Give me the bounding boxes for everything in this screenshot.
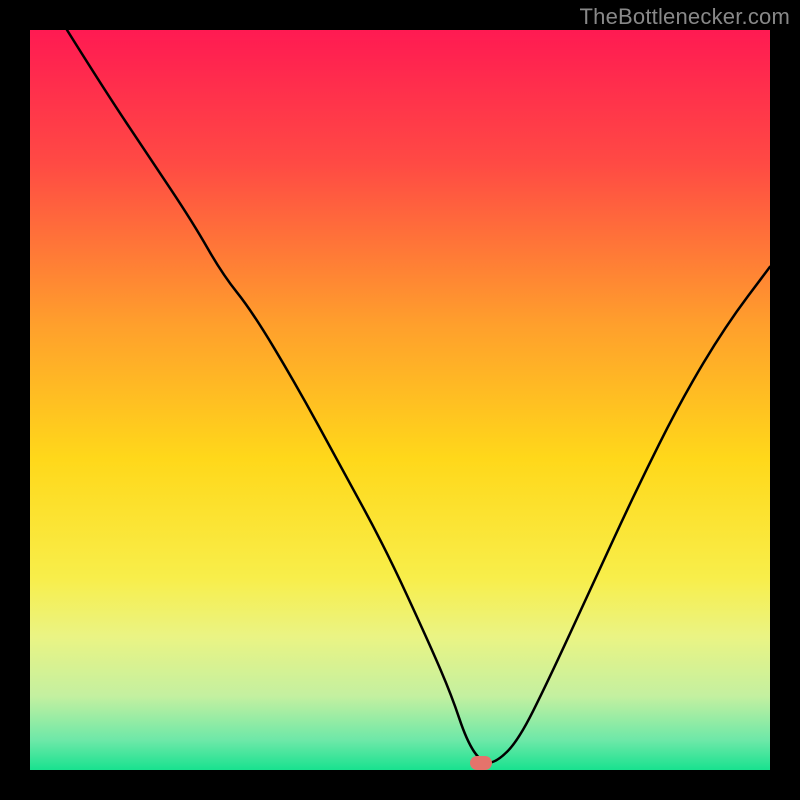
plot-area — [30, 30, 770, 770]
optimum-marker — [470, 756, 492, 770]
bottleneck-curve-path — [67, 30, 770, 763]
curve-svg — [30, 30, 770, 770]
attribution-label: TheBottlenecker.com — [580, 4, 790, 30]
chart-container: TheBottlenecker.com — [0, 0, 800, 800]
